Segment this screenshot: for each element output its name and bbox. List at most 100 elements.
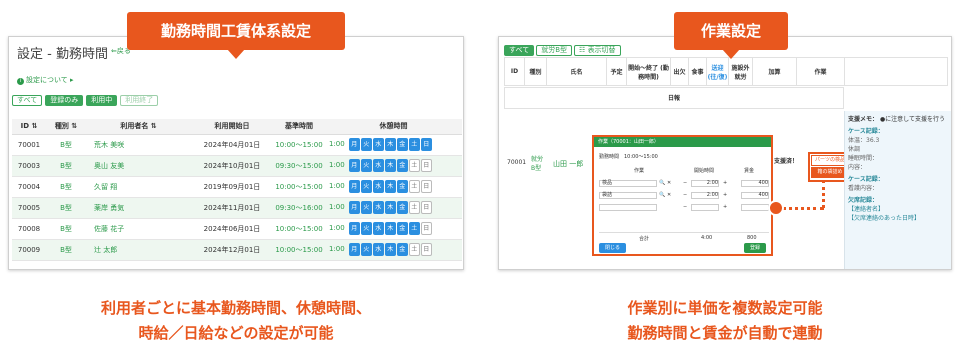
plus-icon[interactable]: + — [723, 192, 727, 198]
task-select[interactable]: 検品 — [599, 180, 657, 187]
day-toggle[interactable]: 土 — [408, 243, 420, 256]
case-record-line: 看護内容： — [848, 185, 879, 192]
col-name: 氏名 — [546, 57, 607, 86]
col-user-name[interactable]: 利用者名 ⇅ — [86, 119, 191, 135]
col-id[interactable]: ID ⇅ — [12, 119, 46, 135]
filter-all-button[interactable]: すべて — [12, 95, 43, 106]
day-toggle[interactable]: 金 — [396, 222, 408, 235]
day-toggle[interactable]: 土 — [408, 138, 420, 151]
day-toggle[interactable]: 木 — [384, 222, 396, 235]
cell-user-name[interactable]: 荒木 美咲 — [86, 134, 191, 156]
table-row[interactable]: 70009 B型辻 太郎 2024年12月01日 10:00〜15:00 1:00 月火水… — [12, 239, 462, 261]
filter-registered-button[interactable]: 登録のみ — [45, 95, 84, 106]
day-toggle[interactable]: 火 — [360, 243, 372, 256]
day-toggle[interactable]: 金 — [396, 138, 408, 151]
day-toggle[interactable]: 土 — [408, 159, 420, 172]
table-row[interactable]: 70004 B型 久留 翔 2019年09月01日 10:00〜15:00 1:00 月火水… — [12, 176, 462, 198]
day-toggle[interactable]: 金 — [396, 243, 408, 256]
task-wage-input[interactable]: 400 — [741, 192, 769, 199]
filter-active-button[interactable]: 利用中 — [86, 95, 118, 106]
col-task: 作業 — [796, 57, 845, 86]
day-toggle[interactable]: 月 — [348, 159, 360, 172]
table-row[interactable]: 70001 B型 荒木 美咲 2024年04月01日 10:00〜15:00 1:00 月火… — [12, 134, 462, 156]
plus-icon[interactable]: + — [723, 204, 727, 210]
day-toggle[interactable]: 土 — [408, 180, 420, 193]
day-toggle[interactable]: 土 — [408, 201, 420, 214]
day-toggle[interactable]: 火 — [360, 222, 372, 235]
day-toggle[interactable]: 土 — [408, 222, 420, 235]
about-settings-label: 設定について — [26, 76, 68, 84]
cell-user-name[interactable]: 奥山 友美 — [86, 155, 191, 177]
day-toggle[interactable]: 月 — [348, 138, 360, 151]
plus-icon[interactable]: + — [723, 180, 727, 186]
minus-icon[interactable]: − — [683, 180, 687, 186]
day-toggle[interactable]: 木 — [384, 159, 396, 172]
day-toggle[interactable]: 月 — [348, 180, 360, 193]
table-row[interactable]: 70008 B型 佐藤 花子 2024年06月01日 10:00〜15:00 1:00 月火… — [12, 218, 462, 240]
col-plan: 予定 — [606, 57, 627, 86]
close-icon[interactable]: ✕ — [667, 192, 671, 198]
filter-all-button[interactable]: すべて — [504, 45, 535, 56]
day-toggle[interactable]: 水 — [372, 159, 384, 172]
day-toggle[interactable]: 木 — [384, 138, 396, 151]
day-toggle[interactable]: 水 — [372, 138, 384, 151]
day-toggle[interactable]: 金 — [396, 201, 408, 214]
day-toggle[interactable]: 木 — [384, 243, 396, 256]
col-meal: 食事 — [688, 57, 707, 86]
day-toggle[interactable]: 火 — [360, 159, 372, 172]
task-select[interactable] — [599, 204, 657, 211]
day-toggle[interactable]: 水 — [372, 180, 384, 193]
cell-user-name[interactable]: 佐藤 花子 — [86, 218, 191, 240]
cell-start-date: 2024年12月01日 — [191, 239, 273, 261]
day-toggle[interactable]: 月 — [348, 201, 360, 214]
filter-type-b-button[interactable]: 就労B型 — [536, 45, 573, 56]
cell-user-name[interactable]: 辻 太郎 — [86, 239, 191, 261]
break-time: 1:00 — [329, 140, 345, 148]
support-notes-panel: 支援メモ： ●に注意して支援を行う ケース記録： 体温：36.3 休調 睡眠時間… — [844, 111, 951, 269]
day-toggle[interactable]: 月 — [348, 222, 360, 235]
day-toggle[interactable]: 火 — [360, 201, 372, 214]
table-row[interactable]: 70005 B型 薬岸 勇気 2024年11月01日 09:30〜16:00 1:00 月火… — [12, 197, 462, 219]
day-toggle[interactable]: 火 — [360, 180, 372, 193]
search-icon[interactable]: 🔍 — [659, 180, 665, 186]
col-transport[interactable]: 送迎 (往/復) — [706, 57, 729, 86]
col-type[interactable]: 種別 ⇅ — [46, 119, 86, 135]
day-toggle[interactable]: 水 — [372, 243, 384, 256]
day-toggle[interactable]: 日 — [420, 201, 432, 214]
day-toggle[interactable]: 日 — [420, 138, 432, 151]
day-toggle[interactable]: 木 — [384, 201, 396, 214]
day-toggle[interactable]: 金 — [396, 159, 408, 172]
close-icon[interactable]: ✕ — [667, 180, 671, 186]
day-toggle[interactable]: 日 — [420, 222, 432, 235]
task-start-input[interactable] — [691, 204, 719, 211]
day-toggle[interactable]: 日 — [420, 180, 432, 193]
minus-icon[interactable]: − — [683, 204, 687, 210]
task-wage-input[interactable] — [741, 204, 769, 211]
task-select[interactable]: 袋詰 — [599, 192, 657, 199]
table-row[interactable]: 70003 B型 奥山 友美 2024年10月01日 09:30〜15:00 1:00 月火… — [12, 155, 462, 177]
filter-ended-button[interactable]: 利用終了 — [120, 95, 159, 106]
about-settings-link[interactable]: i 設定について ▸ — [17, 75, 74, 85]
task-start-input[interactable]: 2:00 — [691, 192, 719, 199]
display-toggle-button[interactable]: ☷ 表示切替 — [574, 45, 621, 56]
day-toggle[interactable]: 火 — [360, 138, 372, 151]
day-toggle[interactable]: 水 — [372, 201, 384, 214]
day-toggle[interactable]: 日 — [420, 159, 432, 172]
close-button[interactable]: 閉じる — [599, 243, 627, 253]
search-icon[interactable]: 🔍 — [659, 192, 665, 198]
cell-user-name[interactable]: 久留 翔 — [86, 176, 191, 198]
day-toggle[interactable]: 木 — [384, 180, 396, 193]
cell-break-days: 1:00 月火水木金土日 — [325, 239, 462, 261]
minus-icon[interactable]: − — [683, 192, 687, 198]
save-button[interactable]: 登録 — [743, 243, 766, 253]
cell-user-name[interactable]: 薬岸 勇気 — [86, 197, 191, 219]
day-toggle[interactable]: 金 — [396, 180, 408, 193]
day-toggle[interactable]: 日 — [420, 243, 432, 256]
day-toggle[interactable]: 水 — [372, 222, 384, 235]
total-start: 4:00 — [701, 235, 713, 241]
cell-id: 70004 — [12, 176, 46, 198]
record-name[interactable]: 山田 一郎 — [553, 159, 583, 169]
task-start-input[interactable]: 2:00 — [691, 180, 719, 187]
task-wage-input[interactable]: 400 — [741, 180, 769, 187]
day-toggle[interactable]: 月 — [348, 243, 360, 256]
